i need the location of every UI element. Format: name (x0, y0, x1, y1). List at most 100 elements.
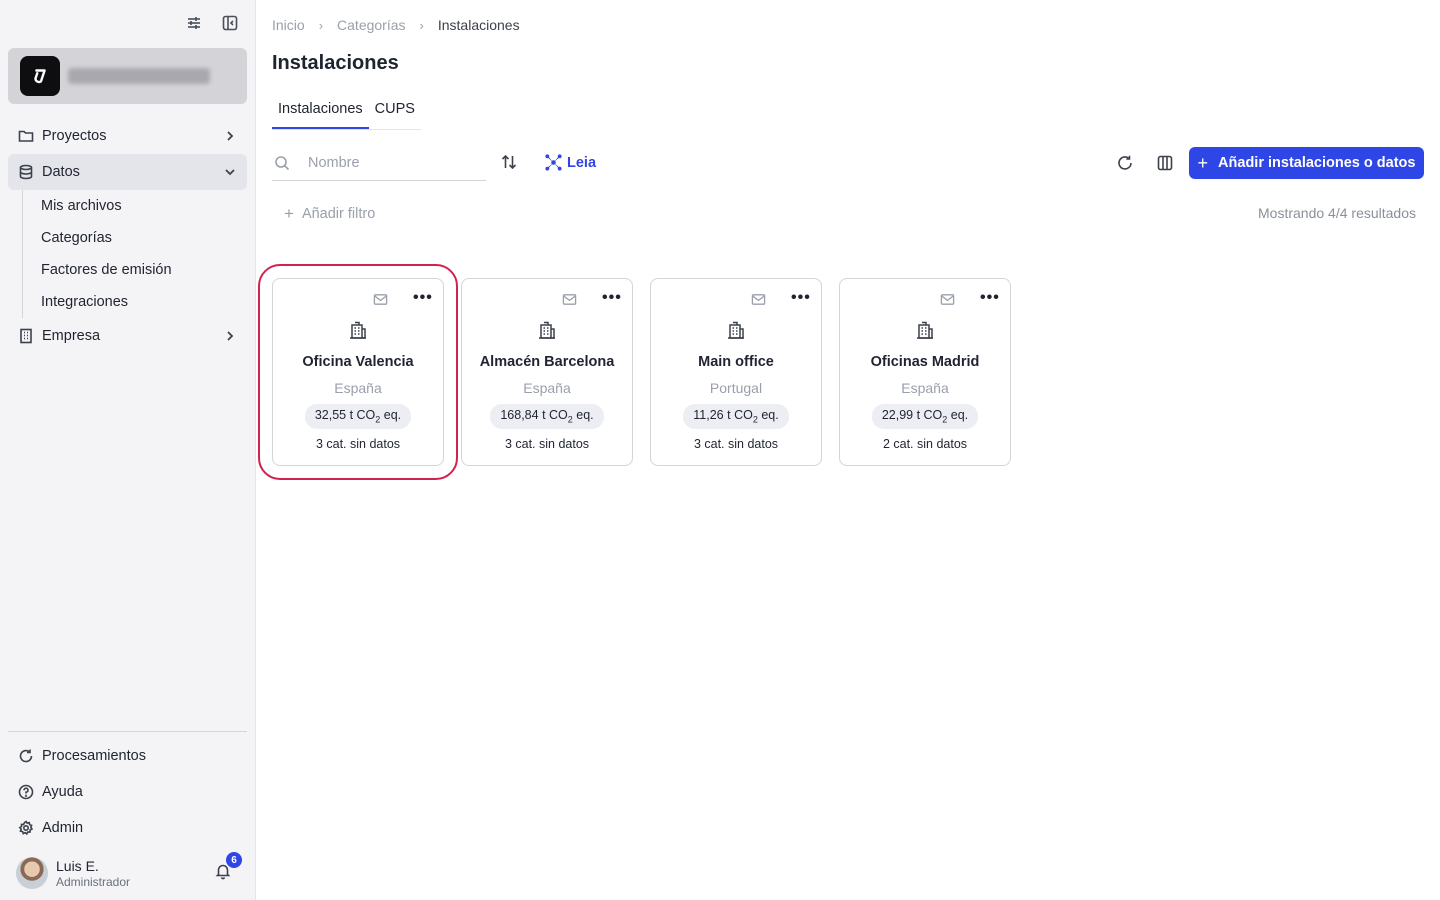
sidebar: Proyectos Datos Mis archivos Categorías … (0, 0, 256, 900)
tab-instalaciones[interactable]: Instalaciones (272, 98, 369, 129)
sort-button[interactable] (500, 153, 518, 176)
nav-item-empresa[interactable]: Empresa (8, 318, 247, 354)
emissions-unit: t CO (727, 408, 753, 422)
organization-switcher[interactable] (8, 48, 247, 104)
add-filter-button[interactable]: + Añadir filtro (284, 204, 375, 224)
user-text: Luis E. Administrador (56, 858, 130, 889)
add-installations-button[interactable]: + Añadir instalaciones o datos (1189, 147, 1424, 179)
notifications-button[interactable]: 6 (214, 852, 242, 885)
nav-item-admin[interactable]: Admin (8, 810, 247, 846)
more-options-icon[interactable]: ••• (413, 289, 433, 307)
mail-icon[interactable] (751, 292, 766, 312)
sidebar-top-icons (185, 14, 239, 37)
emissions-subscript: 2 (942, 414, 948, 425)
avatar (16, 857, 48, 889)
datos-subnav: Mis archivos Categorías Factores de emis… (22, 190, 247, 318)
building-icon (273, 321, 443, 346)
missing-categories: 3 cat. sin datos (693, 436, 779, 451)
help-icon (18, 784, 34, 800)
emissions-subscript: 2 (567, 414, 573, 425)
leia-button[interactable]: Leia (544, 153, 596, 172)
refresh-button[interactable] (1116, 154, 1134, 177)
sub-item-mis-archivos[interactable]: Mis archivos (23, 190, 247, 222)
more-options-icon[interactable]: ••• (980, 289, 1000, 307)
plus-icon: + (284, 204, 294, 223)
chevron-right-icon (227, 331, 234, 341)
nav-item-procesamientos[interactable]: Procesamientos (8, 738, 247, 774)
breadcrumb: Inicio › Categorías › Instalaciones (272, 17, 520, 33)
installation-name: Almacén Barcelona (479, 354, 615, 370)
columns-icon (1157, 155, 1173, 171)
leia-sparkle-icon (545, 154, 562, 171)
gear-icon (18, 820, 34, 836)
results-count: Mostrando 4/4 resultados (1258, 205, 1416, 221)
brand-logo-icon (34, 69, 46, 84)
sub-item-factores-emision[interactable]: Factores de emisión (23, 254, 247, 286)
sub-item-integraciones[interactable]: Integraciones (23, 286, 247, 318)
columns-button[interactable] (1156, 154, 1174, 177)
chevron-down-icon (225, 169, 235, 176)
sort-arrows-icon (501, 154, 517, 170)
tabs: Instalaciones CUPS (272, 98, 421, 130)
building-icon (651, 321, 821, 346)
emissions-unit: t CO (916, 408, 943, 422)
refresh-icon (19, 749, 33, 763)
emissions-subscript: 2 (752, 414, 758, 425)
installation-card-almacen-barcelona[interactable]: ••• Almacén Barcelona España 168,84 t CO… (461, 278, 633, 466)
nav-label: Ayuda (42, 784, 83, 800)
mail-icon[interactable] (940, 292, 955, 312)
emissions-badge: 32,55 t CO2 eq. (304, 404, 412, 429)
main-content: Inicio › Categorías › Instalaciones Inst… (256, 0, 1440, 900)
emissions-subscript: 2 (375, 414, 381, 425)
filter-settings-icon[interactable] (185, 14, 203, 37)
collapse-sidebar-icon[interactable] (221, 14, 239, 37)
organization-logo (20, 56, 60, 96)
nav-item-proyectos[interactable]: Proyectos (8, 118, 247, 154)
main-nav: Proyectos Datos Mis archivos Categorías … (8, 118, 247, 354)
installation-name: Oficina Valencia (302, 354, 414, 370)
installation-cards: ••• Oficina Valencia España 32,55 t CO2 … (258, 264, 1011, 480)
installation-card-main-office[interactable]: ••• Main office Portugal 11,26 t CO2 eq.… (650, 278, 822, 466)
breadcrumb-categorias[interactable]: Categorías (337, 17, 405, 33)
folder-icon (18, 130, 34, 142)
nav-item-datos[interactable]: Datos (8, 154, 247, 190)
missing-categories: 3 cat. sin datos (504, 436, 590, 451)
mail-icon[interactable] (562, 292, 577, 312)
emissions-suffix: eq. (761, 408, 779, 422)
sub-item-categorias[interactable]: Categorías (23, 222, 247, 254)
breadcrumb-inicio[interactable]: Inicio (272, 17, 305, 33)
leia-label: Leia (567, 154, 597, 171)
emissions-value: 22,99 (881, 408, 914, 422)
tab-cups[interactable]: CUPS (369, 98, 421, 129)
nav-label: Procesamientos (42, 748, 146, 764)
installation-card-oficina-valencia[interactable]: ••• Oficina Valencia España 32,55 t CO2 … (258, 264, 458, 480)
installation-country: España (334, 380, 382, 396)
breadcrumb-separator-icon: › (318, 17, 324, 33)
user-profile[interactable]: Luis E. Administrador 6 (16, 852, 246, 890)
building-icon (840, 321, 1010, 346)
sidebar-divider (8, 731, 247, 732)
nav-label: Datos (42, 164, 80, 180)
building-icon (462, 321, 632, 346)
emissions-suffix: eq. (383, 408, 402, 422)
more-options-icon[interactable]: ••• (791, 289, 811, 307)
chevron-right-icon (227, 131, 234, 141)
more-options-icon[interactable]: ••• (602, 289, 622, 307)
emissions-badge: 22,99 t CO2 eq. (871, 404, 979, 429)
page-title: Instalaciones (272, 52, 399, 74)
breadcrumb-separator-icon: › (419, 17, 424, 33)
installation-name: Oficinas Madrid (870, 354, 980, 370)
emissions-badge: 168,84 t CO2 eq. (490, 404, 604, 429)
emissions-badge: 11,26 t CO2 eq. (683, 404, 789, 429)
nav-label: Admin (42, 820, 84, 836)
installation-card-oficinas-madrid[interactable]: ••• Oficinas Madrid España 22,99 t CO2 e… (839, 278, 1011, 466)
nav-label: Empresa (42, 328, 101, 344)
mail-icon[interactable] (373, 292, 388, 312)
search-input[interactable] (308, 155, 468, 171)
emissions-value: 32,55 (314, 408, 347, 422)
add-button-label: Añadir instalaciones o datos (1218, 155, 1416, 171)
emissions-suffix: eq. (576, 408, 594, 422)
user-name: Luis E. (56, 857, 99, 874)
emissions-value: 11,26 (693, 408, 724, 422)
nav-item-ayuda[interactable]: Ayuda (8, 774, 247, 810)
